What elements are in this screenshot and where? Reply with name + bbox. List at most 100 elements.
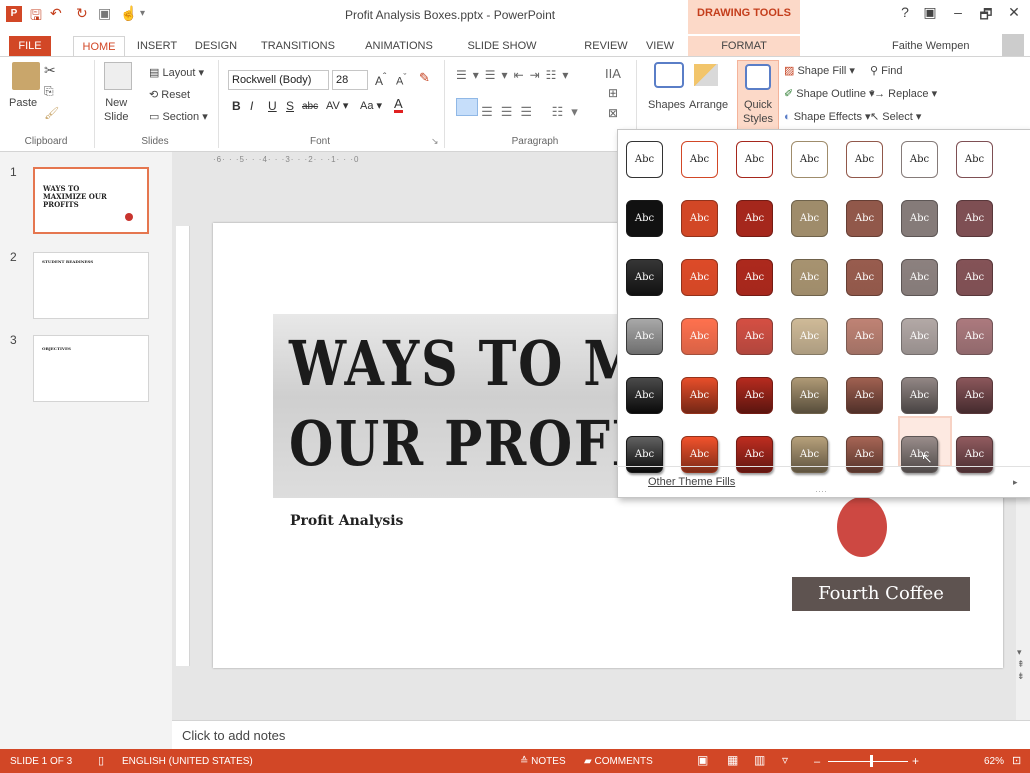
- arrange-icon[interactable]: [694, 64, 718, 86]
- style-swatch[interactable]: Abc: [791, 141, 828, 178]
- style-swatch[interactable]: Abc: [626, 200, 663, 237]
- spelling-icon[interactable]: ▯: [98, 754, 104, 767]
- style-swatch[interactable]: Abc: [626, 436, 663, 473]
- replace-button[interactable]: ᵃ→ Replace ▾: [870, 87, 937, 101]
- text-direction-icon[interactable]: IIA: [605, 66, 621, 81]
- underline-button[interactable]: U: [268, 99, 277, 113]
- slide-thumbnail-2[interactable]: STUDENT READINESS: [33, 252, 149, 319]
- language-indicator[interactable]: ENGLISH (UNITED STATES): [122, 756, 253, 767]
- style-swatch[interactable]: Abc: [736, 377, 773, 414]
- style-swatch[interactable]: Abc: [681, 436, 718, 473]
- find-button[interactable]: ⚲ Find: [870, 64, 903, 78]
- zoom-in-button[interactable]: +: [912, 754, 919, 768]
- style-swatch[interactable]: Abc: [736, 436, 773, 473]
- style-swatch[interactable]: Abc: [901, 377, 938, 414]
- style-swatch[interactable]: Abc: [901, 141, 938, 178]
- style-swatch[interactable]: Abc: [736, 141, 773, 178]
- style-swatch[interactable]: Abc: [791, 377, 828, 414]
- company-name-box[interactable]: Fourth Coffee: [792, 577, 970, 611]
- character-spacing-button[interactable]: AV ▾: [326, 99, 348, 112]
- cut-icon[interactable]: ✂: [44, 62, 56, 79]
- font-size-dropdown[interactable]: 28: [332, 70, 368, 90]
- style-swatch[interactable]: Abc: [791, 259, 828, 296]
- format-painter-icon[interactable]: 🖌: [44, 106, 59, 120]
- undo-icon[interactable]: ↶: [50, 5, 62, 23]
- italic-button[interactable]: I: [250, 99, 253, 113]
- paste-icon[interactable]: [12, 62, 40, 90]
- style-swatch[interactable]: Abc: [681, 200, 718, 237]
- close-button[interactable]: ✕: [1002, 4, 1026, 21]
- slide-thumbnail-1[interactable]: WAYS TO MAXIMIZE OUR PROFITS: [33, 167, 149, 234]
- tab-view[interactable]: VIEW: [640, 36, 680, 56]
- tab-file[interactable]: FILE: [9, 36, 51, 56]
- slide-subtitle[interactable]: Profit Analysis: [290, 513, 403, 529]
- style-swatch[interactable]: Abc: [846, 377, 883, 414]
- style-swatch[interactable]: Abc: [956, 436, 993, 473]
- new-slide-icon[interactable]: [104, 62, 132, 90]
- zoom-slider-track[interactable]: [828, 761, 908, 762]
- style-swatch[interactable]: Abc: [681, 141, 718, 178]
- style-swatch[interactable]: Abc: [956, 259, 993, 296]
- style-swatch[interactable]: Abc: [626, 377, 663, 414]
- tab-home[interactable]: HOME: [73, 36, 125, 58]
- style-swatch[interactable]: Abc: [956, 318, 993, 355]
- new-slide-button[interactable]: New Slide: [104, 96, 128, 124]
- bullets-numbering-icons[interactable]: ☰▾☰▾⇤⇥☷▾: [456, 68, 574, 82]
- shadow-button[interactable]: S: [286, 99, 294, 113]
- save-icon[interactable]: 🖫: [30, 5, 42, 23]
- shape-fill-button[interactable]: ▨ Shape Fill ▾: [784, 64, 855, 78]
- style-swatch[interactable]: Abc: [956, 141, 993, 178]
- tab-format[interactable]: FORMAT: [688, 36, 800, 56]
- avatar[interactable]: [1002, 34, 1024, 56]
- style-swatch[interactable]: Abc: [736, 259, 773, 296]
- ribbon-display-options-button[interactable]: ▣: [918, 4, 942, 21]
- help-button[interactable]: ?: [893, 4, 917, 20]
- shape-outline-button[interactable]: ✐ Shape Outline ▾: [784, 87, 875, 101]
- style-swatch[interactable]: Abc: [846, 141, 883, 178]
- style-swatch[interactable]: Abc: [956, 377, 993, 414]
- tab-slide-show[interactable]: SLIDE SHOW: [456, 36, 548, 56]
- tab-animations[interactable]: ANIMATIONS: [352, 36, 446, 56]
- comments-toggle[interactable]: ▰ COMMENTS: [584, 756, 653, 767]
- clear-formatting-icon[interactable]: ✎: [419, 70, 430, 86]
- tab-design[interactable]: DESIGN: [190, 36, 242, 56]
- style-swatch[interactable]: Abc: [681, 259, 718, 296]
- shapes-button[interactable]: Shapes: [648, 98, 685, 112]
- style-swatch[interactable]: Abc: [901, 259, 938, 296]
- minimize-button[interactable]: –: [946, 4, 970, 20]
- paste-button[interactable]: Paste: [9, 96, 37, 110]
- font-name-dropdown[interactable]: Rockwell (Body): [228, 70, 329, 90]
- align-text-icon[interactable]: ⊞: [608, 86, 618, 100]
- smartart-icon[interactable]: ⊠: [608, 106, 618, 120]
- style-swatch[interactable]: Abc: [681, 318, 718, 355]
- style-swatch[interactable]: Abc: [626, 141, 663, 178]
- select-button[interactable]: ↖ Select ▾: [870, 110, 921, 124]
- start-from-beginning-icon[interactable]: ▣: [98, 5, 111, 23]
- notes-toggle[interactable]: ≙ NOTES: [520, 756, 566, 767]
- shapes-icon[interactable]: [654, 62, 684, 88]
- align-left-icon[interactable]: [456, 98, 478, 116]
- style-swatch[interactable]: Abc: [846, 259, 883, 296]
- style-swatch[interactable]: Abc: [846, 200, 883, 237]
- style-swatch[interactable]: Abc: [791, 200, 828, 237]
- redo-icon[interactable]: ↻: [76, 5, 88, 23]
- shape-effects-button[interactable]: ◐ Shape Effects ▾: [784, 110, 871, 124]
- style-swatch[interactable]: Abc: [626, 318, 663, 355]
- slide-sorter-icon[interactable]: ▦: [727, 753, 738, 767]
- layout-button[interactable]: ▤ Layout ▾: [149, 66, 204, 80]
- style-swatch[interactable]: Abc: [736, 200, 773, 237]
- tab-review[interactable]: REVIEW: [580, 36, 632, 56]
- style-swatch[interactable]: Abc: [736, 318, 773, 355]
- title-banner[interactable]: WAYS TO MAOUR PROFITS: [273, 314, 618, 498]
- touch-mode-icon[interactable]: ☝: [120, 5, 137, 23]
- strikethrough-button[interactable]: abc: [302, 101, 318, 112]
- style-swatch[interactable]: Abc: [901, 200, 938, 237]
- style-swatch[interactable]: Abc: [626, 259, 663, 296]
- shrink-font-icon[interactable]: Aˇ: [396, 72, 406, 88]
- account-name[interactable]: Faithe Wempen: [892, 40, 969, 52]
- arrange-button[interactable]: Arrange: [689, 98, 728, 112]
- style-swatch[interactable]: Abc: [846, 318, 883, 355]
- style-swatch[interactable]: Abc: [681, 377, 718, 414]
- section-button[interactable]: ▭ Section ▾: [149, 110, 208, 124]
- style-swatch[interactable]: Abc: [791, 436, 828, 473]
